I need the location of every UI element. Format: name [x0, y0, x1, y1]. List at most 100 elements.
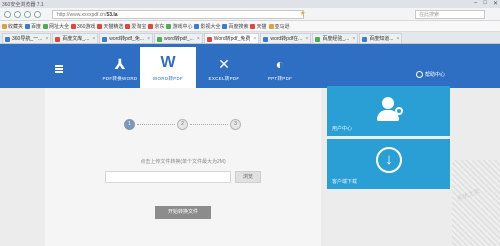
ppt-icon: ◐	[275, 56, 285, 72]
user-center-card[interactable]: 用户中心	[327, 86, 450, 136]
browser-tab[interactable]: 百度知道... ×	[359, 33, 403, 43]
tool-label: PPT转PDF	[267, 76, 293, 81]
tab-favicon-icon	[315, 37, 321, 42]
home-icon[interactable]	[34, 11, 41, 18]
bookmark-item[interactable]: 爱淘宝	[125, 23, 146, 30]
browser-tab[interactable]: 360导航_一... ×	[2, 33, 52, 43]
bookmark-item[interactable]: 360游戏	[71, 23, 95, 30]
bookmark-item[interactable]: 收藏夹	[2, 23, 23, 30]
bookmark-label: 亚马逊	[274, 23, 290, 30]
tab-close-icon[interactable]: ×	[197, 34, 200, 43]
bookmark-item[interactable]: 影视大全	[194, 23, 220, 30]
step-indicator-3: 3	[230, 119, 241, 130]
bookmark-label: 360游戏	[77, 23, 96, 30]
tab-favicon-icon	[206, 37, 212, 42]
tab-favicon-icon	[55, 37, 61, 42]
step-indicator-2: 2	[177, 119, 188, 130]
tab-close-icon[interactable]: ×	[305, 34, 308, 43]
browser-search-input[interactable]: 在此搜索	[415, 10, 485, 19]
bookmark-item[interactable]: 游戏中心	[166, 23, 192, 30]
minimize-button[interactable]: –	[474, 0, 477, 8]
bookmark-favicon-icon	[97, 23, 103, 29]
browser-tab[interactable]: word转pdf在... ×	[260, 33, 312, 43]
forward-icon[interactable]	[14, 11, 21, 18]
bookmark-label: 百度搜索	[228, 23, 249, 30]
tab-close-icon[interactable]: ×	[92, 34, 95, 43]
tab-close-icon[interactable]: ×	[352, 34, 355, 43]
bookmark-label: 游戏中心	[172, 23, 193, 30]
tool-word-to-pdf[interactable]: W WORD转PDF	[140, 47, 196, 88]
close-button[interactable]: ✕	[493, 0, 498, 8]
tab-favicon-icon	[102, 37, 108, 42]
back-icon[interactable]	[4, 11, 11, 18]
bookmark-item[interactable]: 百度搜索	[222, 23, 248, 30]
bookmark-item[interactable]: 网址大全	[43, 23, 69, 30]
bookmark-favicon-icon	[125, 23, 131, 29]
browse-button[interactable]: 浏览	[235, 171, 261, 183]
bookmark-favicon-icon	[268, 23, 274, 29]
tool-label: EXCEL转PDF	[208, 76, 240, 81]
address-row: http://www.xxxxpdf.cn/53.la ★ 在此搜索	[0, 8, 500, 21]
upload-hint: 点击上传文件转换(单个文件最大为2M)	[140, 159, 226, 165]
address-bar[interactable]: http://www.xxxxpdf.cn/53.la	[52, 10, 304, 19]
favorite-star-icon[interactable]: ★	[300, 11, 306, 17]
browser-title: 360安全浏览器 7.1	[2, 2, 44, 8]
download-label: 客户端下载	[332, 179, 358, 185]
tab-favicon-icon	[157, 37, 162, 42]
tab-close-icon[interactable]: ×	[253, 34, 256, 43]
tab-favicon-icon	[362, 37, 368, 42]
bookmark-item[interactable]: 天猫精选	[97, 23, 123, 30]
download-icon: ↓	[376, 147, 402, 173]
browser-tab[interactable]: 百度文库_... ×	[52, 33, 99, 43]
refresh-icon[interactable]	[24, 11, 31, 18]
tab-label: 百度经验_...	[322, 36, 350, 42]
site-header: ⅄ PDF转换WORD W WORD转PDF ✕ EXCEL转PDF ◐ PPT…	[0, 44, 500, 88]
bookmark-favicon-icon	[43, 23, 49, 29]
step-connector	[137, 124, 175, 125]
tab-close-icon[interactable]: ×	[147, 34, 150, 43]
excel-icon: ✕	[218, 56, 230, 72]
help-icon	[416, 71, 423, 79]
bookmark-favicon-icon	[250, 23, 256, 29]
tab-label: 百度知道...	[369, 36, 394, 42]
bookmark-label: 网址大全	[49, 23, 70, 30]
bookmark-item[interactable]: 京东	[148, 23, 164, 30]
tab-label: 百度文库_...	[62, 36, 90, 42]
bookmark-favicon-icon	[222, 23, 228, 29]
bookmark-label: 京东	[154, 23, 165, 30]
watermark: 系统之家	[452, 160, 500, 246]
word-icon: W	[160, 54, 176, 71]
tool-ppt-to-pdf[interactable]: ◐ PPT转PDF	[252, 47, 308, 88]
bookmark-item[interactable]: 天猫	[250, 23, 267, 30]
step-connector	[190, 124, 228, 125]
tab-favicon-icon	[263, 37, 269, 42]
browser-tab[interactable]: word转pdf_免... ×	[99, 33, 153, 43]
bookmark-item[interactable]: 亚马逊	[268, 23, 290, 30]
bookmark-label: 影视大全	[200, 23, 221, 30]
file-path-input[interactable]	[105, 171, 231, 183]
bookmark-item[interactable]: 百度	[25, 23, 41, 30]
browser-tab[interactable]: Word转pdf_免费 ×	[203, 33, 260, 43]
browser-tab[interactable]: 百度经验_... ×	[312, 33, 359, 43]
start-convert-button[interactable]: 开始转换文件	[155, 206, 211, 219]
download-card[interactable]: ↓ 客户端下载	[327, 139, 450, 189]
help-center-link[interactable]: 帮助中心	[416, 71, 446, 79]
bookmark-label: 收藏夹	[8, 23, 24, 30]
browser-tab[interactable]: word转pdf_... ×	[154, 33, 203, 43]
tab-close-icon[interactable]: ×	[45, 34, 48, 43]
watermark-text: 系统之家	[456, 188, 481, 203]
tab-close-icon[interactable]: ×	[397, 34, 400, 43]
menu-icon[interactable]	[55, 65, 63, 74]
tool-label: WORD转PDF	[152, 76, 184, 81]
bookmark-favicon-icon	[25, 23, 31, 29]
bookmark-favicon-icon	[194, 23, 200, 29]
tab-label: word转pdf_免...	[109, 36, 144, 42]
tab-label: Word转pdf_免费	[213, 36, 251, 42]
bookmark-favicon-icon	[2, 23, 7, 29]
bookmark-label: 天猫精选	[103, 23, 124, 30]
maximize-button[interactable]: □	[483, 0, 487, 8]
help-label: 帮助中心	[425, 72, 446, 78]
tool-excel-to-pdf[interactable]: ✕ EXCEL转PDF	[196, 47, 252, 88]
tab-favicon-icon	[5, 37, 10, 42]
tab-strip: 360导航_一... × 百度文库_... × word转pdf_免... × word转p…	[0, 32, 500, 44]
